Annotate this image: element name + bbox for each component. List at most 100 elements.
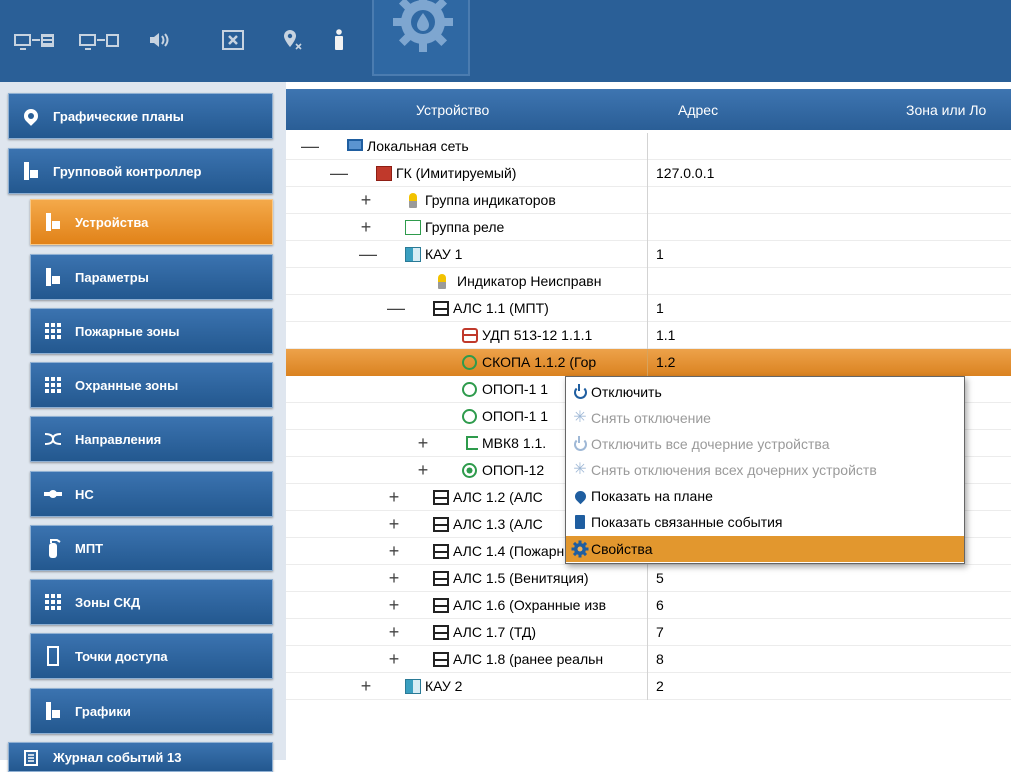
menu-item-show-events[interactable]: Показать связанные события <box>566 509 964 535</box>
sidebar-item-fire-zones[interactable]: Пожарные зоны <box>30 308 273 354</box>
collapse-toggle[interactable]: — <box>359 241 377 268</box>
network-disconnected-icon[interactable] <box>79 28 119 52</box>
device-address: 2 <box>656 678 664 694</box>
menu-item-enable-children[interactable]: ✳ Снять отключения всех дочерних устройс… <box>566 457 964 483</box>
sidebar-item-mpt[interactable]: МПТ <box>30 525 273 571</box>
als-icon <box>433 598 449 613</box>
map-pin-off-icon[interactable] <box>283 28 303 52</box>
als-icon <box>433 490 449 505</box>
kau-icon <box>405 247 421 262</box>
sidebar-item-label: Охранные зоны <box>75 377 179 393</box>
sidebar-item-directions[interactable]: Направления <box>30 416 273 462</box>
collapse-toggle[interactable]: — <box>330 160 348 187</box>
device-name: КАУ 2 <box>425 678 463 694</box>
collapse-toggle[interactable]: — <box>301 133 319 160</box>
table-row[interactable]: — КАУ 1 1 <box>286 241 1011 268</box>
sidebar-item-event-journal[interactable]: Журнал событий 13 <box>8 742 273 772</box>
expand-toggle[interactable]: + <box>387 646 401 673</box>
sidebar-item-label: Устройства <box>75 214 149 230</box>
sound-icon[interactable] <box>148 28 172 52</box>
expand-toggle[interactable]: + <box>359 214 373 241</box>
expand-toggle[interactable]: + <box>387 619 401 646</box>
gear-drop-icon[interactable] <box>372 0 470 76</box>
menu-item-disable-children[interactable]: Отключить все дочерние устройства <box>566 431 964 457</box>
table-row[interactable]: + КАУ 2 2 <box>286 673 1011 700</box>
sidebar-item-schedules[interactable]: Графики <box>30 688 273 734</box>
sidebar-item-parameters[interactable]: Параметры <box>30 254 273 300</box>
expand-toggle[interactable]: + <box>416 430 430 457</box>
column-header-device[interactable]: Устройство <box>416 89 489 130</box>
menu-item-properties[interactable]: Свойства <box>566 536 964 562</box>
table-row[interactable]: + АЛС 1.7 (ТД) 7 <box>286 619 1011 646</box>
device-name: Индикатор Неисправн <box>457 273 602 289</box>
table-row[interactable]: УДП 513-12 1.1.1 1.1 <box>286 322 1011 349</box>
map-pin-icon <box>9 106 53 126</box>
sidebar-item-label: Точки доступа <box>75 648 168 664</box>
expand-toggle[interactable]: + <box>387 565 401 592</box>
menu-item-enable[interactable]: ✳ Снять отключение <box>566 405 964 431</box>
device-address: 1 <box>656 300 664 316</box>
grid-icon <box>31 594 75 610</box>
user-icon[interactable] <box>333 28 345 52</box>
expand-toggle[interactable]: + <box>387 592 401 619</box>
sidebar-item-label: МПТ <box>75 540 104 556</box>
table-row[interactable]: + Группа индикаторов <box>286 187 1011 214</box>
sidebar-item-graphic-plans[interactable]: Графические планы <box>8 93 273 139</box>
sidebar-item-access-points[interactable]: Точки доступа <box>30 633 273 679</box>
menu-item-label: Снять отключения всех дочерних устройств <box>591 462 877 478</box>
table-row[interactable]: + АЛС 1.8 (ранее реальн 8 <box>286 646 1011 673</box>
snowflake-icon: ✳ <box>573 461 587 478</box>
expand-toggle[interactable]: + <box>387 484 401 511</box>
device-address: 127.0.0.1 <box>656 165 715 181</box>
device-name: ГК (Имитируемый) <box>396 165 517 181</box>
sidebar-item-skd-zones[interactable]: Зоны СКД <box>30 579 273 625</box>
expand-toggle[interactable]: + <box>387 538 401 565</box>
column-header-zone[interactable]: Зона или Ло <box>906 89 1011 130</box>
als-icon <box>433 571 449 586</box>
device-name: Локальная сеть <box>367 138 469 154</box>
network-connected-icon[interactable] <box>14 28 54 52</box>
device-name: Группа реле <box>425 219 505 235</box>
device-name: АЛС 1.2 (АЛС <box>453 489 543 505</box>
table-row-selected[interactable]: СКОПА 1.1.2 (Гор 1.2 <box>286 349 1011 376</box>
menu-item-show-on-plan[interactable]: Показать на плане <box>566 483 964 509</box>
sidebar-item-label: Журнал событий 13 <box>53 750 182 765</box>
table-row[interactable]: + АЛС 1.5 (Венитяция) 5 <box>286 565 1011 592</box>
sidebar-item-security-zones[interactable]: Охранные зоны <box>30 362 273 408</box>
als-icon <box>433 652 449 667</box>
tree-icon <box>31 702 75 720</box>
device-address: 5 <box>656 570 664 586</box>
sidebar: Графические планы Групповой контроллер У… <box>0 82 286 772</box>
sidebar-item-label: НС <box>75 486 94 502</box>
column-header-address[interactable]: Адрес <box>678 89 718 130</box>
power-icon <box>569 435 591 451</box>
sidebar-item-devices[interactable]: Устройства <box>30 199 273 245</box>
table-row[interactable]: — АЛС 1.1 (МПТ) 1 <box>286 295 1011 322</box>
sidebar-item-label: Графические планы <box>53 108 184 124</box>
menu-item-label: Отключить все дочерние устройства <box>591 436 830 452</box>
menu-item-disable[interactable]: Отключить <box>566 379 964 405</box>
collapse-toggle[interactable]: — <box>387 295 405 322</box>
expand-toggle[interactable]: + <box>359 673 373 700</box>
sidebar-item-group-controller[interactable]: Групповой контроллер <box>8 148 273 194</box>
table-row[interactable]: + Группа реле <box>286 214 1011 241</box>
expand-toggle[interactable]: + <box>416 457 430 484</box>
table-row[interactable]: + АЛС 1.6 (Охранные изв 6 <box>286 592 1011 619</box>
tree-icon <box>9 162 53 180</box>
indicator-icon <box>438 274 446 289</box>
grid-icon <box>31 377 75 393</box>
device-name: ОПОП-12 <box>482 462 545 478</box>
expand-toggle[interactable]: + <box>387 511 401 538</box>
table-row[interactable]: — ГК (Имитируемый) 127.0.0.1 <box>286 160 1011 187</box>
network-icon <box>347 139 363 151</box>
table-row[interactable]: — Локальная сеть <box>286 133 1011 160</box>
table-row[interactable]: Индикатор Неисправн <box>286 268 1011 295</box>
als-icon <box>433 517 449 532</box>
sidebar-item-ns[interactable]: НС <box>30 471 273 517</box>
device-address: 1 <box>656 246 664 262</box>
cancel-icon[interactable] <box>222 28 244 52</box>
device-name: Группа индикаторов <box>425 192 556 208</box>
context-menu: Отключить ✳ Снять отключение Отключить в… <box>565 376 965 564</box>
detector-icon <box>462 355 477 370</box>
expand-toggle[interactable]: + <box>359 187 373 214</box>
